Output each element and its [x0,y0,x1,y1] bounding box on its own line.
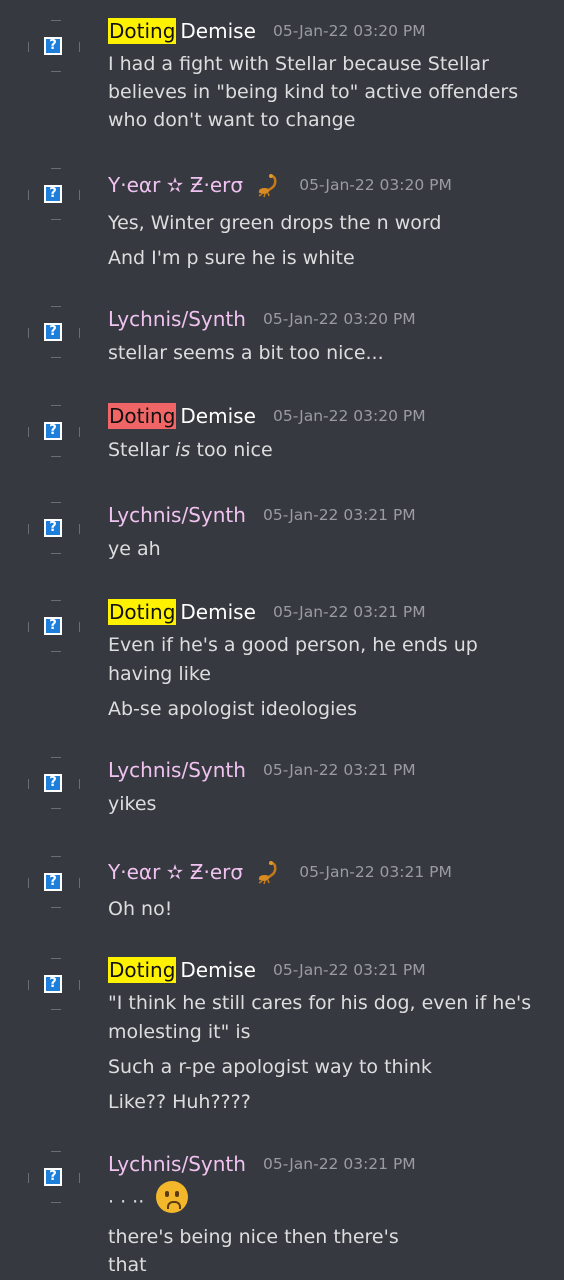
message-text: I had a fight with Stellar because Stell… [108,53,489,75]
message-text: Stellar is too nice [108,439,273,461]
message-text: "I think he still cares for his dog, eve… [108,992,532,1014]
broken-image-icon: ? [44,873,62,891]
scorpion-icon [258,861,277,885]
timestamp: 05-Jan-22 03:21 PM [263,506,416,524]
avatar[interactable]: ? [28,600,80,652]
message-text: Even if he's a good person, he ends up [108,634,478,656]
author-name[interactable]: Lychnis/Synth [108,306,246,332]
broken-image-icon: ? [44,617,62,635]
message-text: Oh no! [108,898,173,920]
worried-face-icon [156,1181,189,1213]
author-name[interactable]: Demise [180,403,255,429]
author-name[interactable]: Lychnis/Synth [108,1151,246,1177]
broken-image-icon: ? [44,519,62,537]
message-text: Yes, Winter green drops the n word [108,212,442,234]
avatar[interactable]: ? [28,20,80,72]
emphasis-text: is [175,439,191,461]
broken-image-icon: ? [44,37,62,55]
timestamp: 05-Jan-22 03:21 PM [299,863,452,881]
avatar[interactable]: ? [28,1151,80,1203]
avatar[interactable]: ? [28,306,80,358]
avatar[interactable]: ? [28,168,80,220]
message-text: that [108,1254,147,1276]
author-name[interactable]: Y·eαr ✫ Ƶ·erσ [108,859,243,885]
message-text: who don't want to change [108,109,356,131]
message-text: ye ah [108,538,161,560]
author-name-highlight[interactable]: Doting [108,18,177,44]
message-text: having like [108,663,211,685]
author-name[interactable]: Demise [180,957,255,983]
scorpion-icon [258,174,277,198]
timestamp: 05-Jan-22 03:20 PM [299,176,452,194]
timestamp: 05-Jan-22 03:21 PM [272,603,426,621]
timestamp: 05-Jan-22 03:20 PM [272,22,426,40]
message-text: And I'm p sure he is white [108,247,355,269]
author-name[interactable]: Demise [180,599,255,625]
message-text: there's being nice then there's [108,1226,399,1248]
message-text: believes in "being kind to" active offen… [108,81,519,103]
author-name[interactable]: Lychnis/Synth [108,502,246,528]
broken-image-icon: ? [44,422,62,440]
avatar[interactable]: ? [28,405,80,457]
broken-image-icon: ? [44,185,62,203]
author-name-highlight[interactable]: Doting [108,957,177,983]
author-name-highlight[interactable]: Doting [108,599,177,625]
message-text: . . .. [108,1181,548,1213]
timestamp: 05-Jan-22 03:21 PM [263,761,416,779]
avatar[interactable]: ? [28,856,80,908]
timestamp: 05-Jan-22 03:21 PM [272,961,426,979]
author-name-highlight[interactable]: Doting [108,403,177,429]
avatar[interactable]: ? [28,502,80,554]
timestamp: 05-Jan-22 03:20 PM [272,407,426,425]
avatar[interactable]: ? [28,757,80,809]
message-text: yikes [108,793,157,815]
timestamp: 05-Jan-22 03:21 PM [263,1155,416,1173]
broken-image-icon: ? [44,1168,62,1186]
author-name[interactable]: Lychnis/Synth [108,757,246,783]
message-text: molesting it" is [108,1021,251,1043]
message-text: stellar seems a bit too nice... [108,342,384,364]
broken-image-icon: ? [44,975,62,993]
author-name[interactable]: Y·eαr ✫ Ƶ·erσ [108,172,243,198]
message-text: Like?? Huh???? [108,1091,251,1113]
author-name[interactable]: Demise [180,18,255,44]
message-text: Ab-se apologist ideologies [108,698,357,720]
avatar[interactable]: ? [28,958,80,1010]
message-text: Such a r-pe apologist way to think [108,1056,432,1078]
broken-image-icon: ? [44,323,62,341]
timestamp: 05-Jan-22 03:20 PM [263,310,416,328]
broken-image-icon: ? [44,774,62,792]
